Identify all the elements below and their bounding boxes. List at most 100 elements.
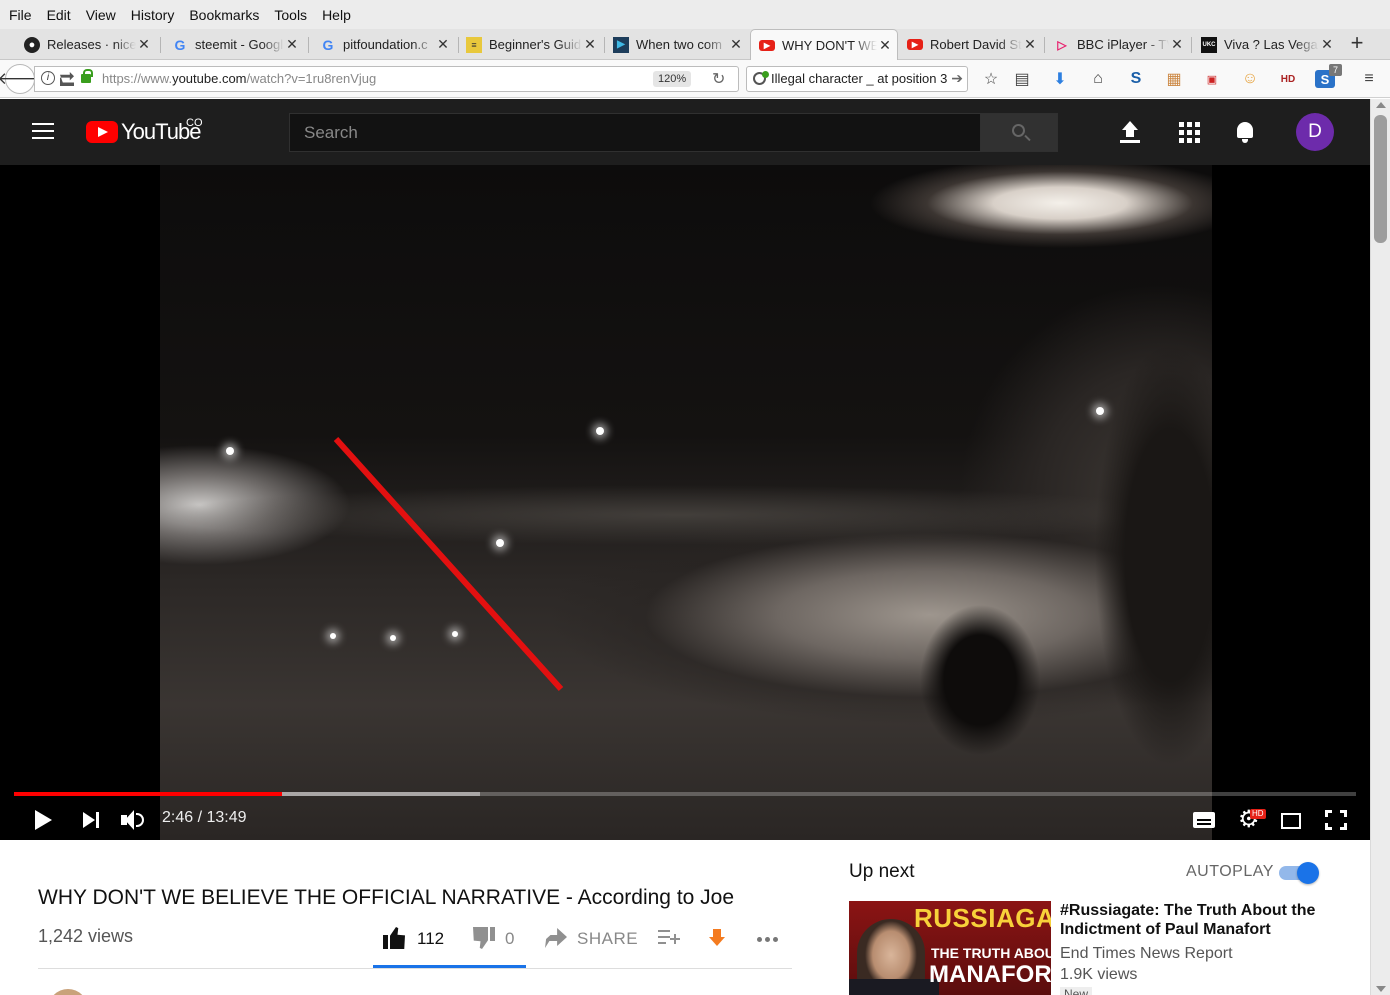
progress-bar[interactable]: [14, 792, 1356, 796]
divider: [38, 968, 792, 969]
extension-hd-icon[interactable]: HD: [1277, 68, 1299, 90]
close-icon[interactable]: ✕: [435, 36, 451, 53]
scrollbar-thumb[interactable]: [1374, 115, 1387, 243]
tab-separator: [308, 37, 309, 53]
channel-avatar[interactable]: [48, 989, 88, 995]
play-icon[interactable]: [32, 807, 52, 833]
scrollbar[interactable]: [1370, 99, 1390, 995]
youtube-search-box[interactable]: [289, 113, 981, 152]
bookmark-star-icon[interactable]: ☆: [980, 68, 1002, 90]
video-frame[interactable]: [160, 165, 1212, 840]
autoplay-toggle[interactable]: [1277, 862, 1321, 884]
tab-why-dont-we[interactable]: ▶ WHY DON'T WE ✕: [750, 29, 898, 60]
menu-edit[interactable]: Edit: [42, 7, 76, 23]
url-bar[interactable]: i https://www.youtube.com/watch?v=1ru8re…: [34, 66, 739, 92]
scroll-down-arrow-icon[interactable]: [1376, 986, 1386, 992]
tab-label: Viva ? Las Vega: [1224, 37, 1318, 52]
tab-github-releases[interactable]: ● Releases · niceh ✕: [16, 30, 156, 59]
search-bar[interactable]: Illegal character _ at position 3 ➔: [746, 66, 968, 92]
new-badge: New: [1060, 987, 1093, 995]
close-icon[interactable]: ✕: [877, 37, 893, 54]
next-video-icon[interactable]: [82, 807, 102, 833]
tab-steemit-google[interactable]: G steemit - Googl ✕: [164, 30, 304, 59]
player-controls: 2:46 / 13:49 HD: [0, 785, 1370, 840]
thumbs-down-icon[interactable]: [473, 927, 495, 949]
extension-youtube-icon[interactable]: ▣: [1201, 68, 1223, 90]
tab-when-two-com[interactable]: ▶ When two com ✕: [605, 30, 748, 59]
menu-tools[interactable]: Tools: [269, 7, 312, 23]
upload-icon[interactable]: [1117, 119, 1143, 145]
menu-view[interactable]: View: [81, 7, 121, 23]
recommendation-thumbnail[interactable]: RUSSIAGATE THE TRUTH ABOUT MANAFORT: [849, 901, 1051, 995]
search-engine-icon[interactable]: [753, 71, 769, 85]
url-text[interactable]: https://www.youtube.com/watch?v=1ru8renV…: [102, 71, 376, 86]
menu-file[interactable]: File: [4, 7, 37, 23]
youtube-icon: ▶: [907, 39, 923, 50]
fullscreen-icon[interactable]: [1325, 807, 1347, 833]
tab-label: pitfoundation.c: [343, 37, 428, 52]
youtube-search-input[interactable]: [290, 114, 980, 151]
youtube-page: YouTube CO D: [0, 99, 1370, 995]
volume-icon[interactable]: [121, 807, 147, 833]
search-text[interactable]: Illegal character _ at position 3: [771, 71, 947, 86]
scroll-up-arrow-icon[interactable]: [1376, 102, 1386, 108]
tab-separator: [1044, 37, 1045, 53]
guide-menu-icon[interactable]: [32, 123, 54, 141]
tab-viva-las-vegas[interactable]: UKC Viva ? Las Vega ✕: [1193, 30, 1339, 59]
close-icon[interactable]: ✕: [728, 36, 744, 53]
settings-gear-icon[interactable]: HD: [1238, 805, 1266, 834]
share-arrow-icon[interactable]: [545, 928, 567, 948]
like-count[interactable]: 112: [417, 929, 444, 949]
back-arrow-icon[interactable]: 🡐: [0, 64, 43, 94]
close-icon[interactable]: ✕: [136, 36, 152, 53]
youtube-search-button[interactable]: [980, 113, 1058, 152]
search-go-arrow-icon[interactable]: ➔: [951, 70, 963, 87]
info-icon[interactable]: i: [41, 71, 55, 85]
notifications-bell-icon[interactable]: [1232, 119, 1258, 145]
tab-beginners-guide[interactable]: ≡ Beginner's Guid ✕: [458, 30, 602, 59]
close-icon[interactable]: ✕: [284, 36, 300, 53]
theater-mode-icon[interactable]: [1281, 807, 1303, 833]
download-icon[interactable]: [709, 929, 725, 947]
thumbs-up-icon[interactable]: [383, 927, 405, 949]
played-bar: [14, 792, 283, 796]
tab-label: WHY DON'T WE: [782, 37, 877, 53]
close-icon[interactable]: ✕: [582, 36, 598, 53]
reload-icon[interactable]: ↻: [712, 69, 725, 89]
add-to-playlist-icon[interactable]: [658, 930, 680, 946]
extension-emoji-icon[interactable]: ☺: [1239, 68, 1261, 90]
youtube-logo[interactable]: YouTube CO: [86, 117, 203, 145]
share-button[interactable]: SHARE: [577, 929, 638, 949]
reading-list-icon[interactable]: ▤: [1011, 68, 1033, 90]
tab-label: When two com: [636, 37, 722, 52]
hamburger-menu-icon[interactable]: ≡: [1358, 68, 1380, 90]
dislike-count[interactable]: 0: [505, 929, 514, 949]
menu-help[interactable]: Help: [317, 7, 356, 23]
video-actions: 112 0 SHARE: [373, 921, 793, 968]
more-actions-icon[interactable]: [757, 937, 779, 942]
subtitles-icon[interactable]: [1193, 807, 1217, 833]
recommendation-title[interactable]: #Russiagate: The Truth About the Indictm…: [1060, 901, 1330, 939]
recommendation-channel[interactable]: End Times News Report: [1060, 945, 1233, 963]
close-icon[interactable]: ✕: [1319, 36, 1335, 53]
apps-grid-icon[interactable]: [1176, 119, 1202, 145]
download-arrow-icon[interactable]: ⬇: [1049, 68, 1071, 90]
permissions-icon[interactable]: [60, 72, 74, 86]
menu-bookmarks[interactable]: Bookmarks: [184, 7, 264, 23]
tab-robert-david[interactable]: ▶ Robert David St ✕: [899, 30, 1042, 59]
new-tab-plus-icon[interactable]: +: [1346, 32, 1368, 55]
account-avatar[interactable]: D: [1296, 113, 1334, 151]
menu-history[interactable]: History: [126, 7, 180, 23]
extension-s-icon[interactable]: S: [1125, 68, 1147, 90]
tab-bbc-iplayer[interactable]: ▷ BBC iPlayer - TV ✕: [1046, 30, 1189, 59]
tab-pitfoundation[interactable]: G pitfoundation.c ✕: [312, 30, 455, 59]
video-player[interactable]: 2:46 / 13:49 HD: [0, 165, 1370, 840]
home-icon[interactable]: ⌂: [1087, 68, 1109, 90]
close-icon[interactable]: ✕: [1022, 36, 1038, 53]
lock-icon[interactable]: [81, 69, 93, 83]
close-icon[interactable]: ✕: [1169, 36, 1185, 53]
youtube-play-icon: [86, 121, 118, 143]
extension-film-icon[interactable]: ▦: [1163, 68, 1185, 90]
video-title: WHY DON'T WE BELIEVE THE OFFICIAL NARRAT…: [38, 886, 735, 909]
zoom-indicator[interactable]: 120%: [653, 71, 692, 87]
